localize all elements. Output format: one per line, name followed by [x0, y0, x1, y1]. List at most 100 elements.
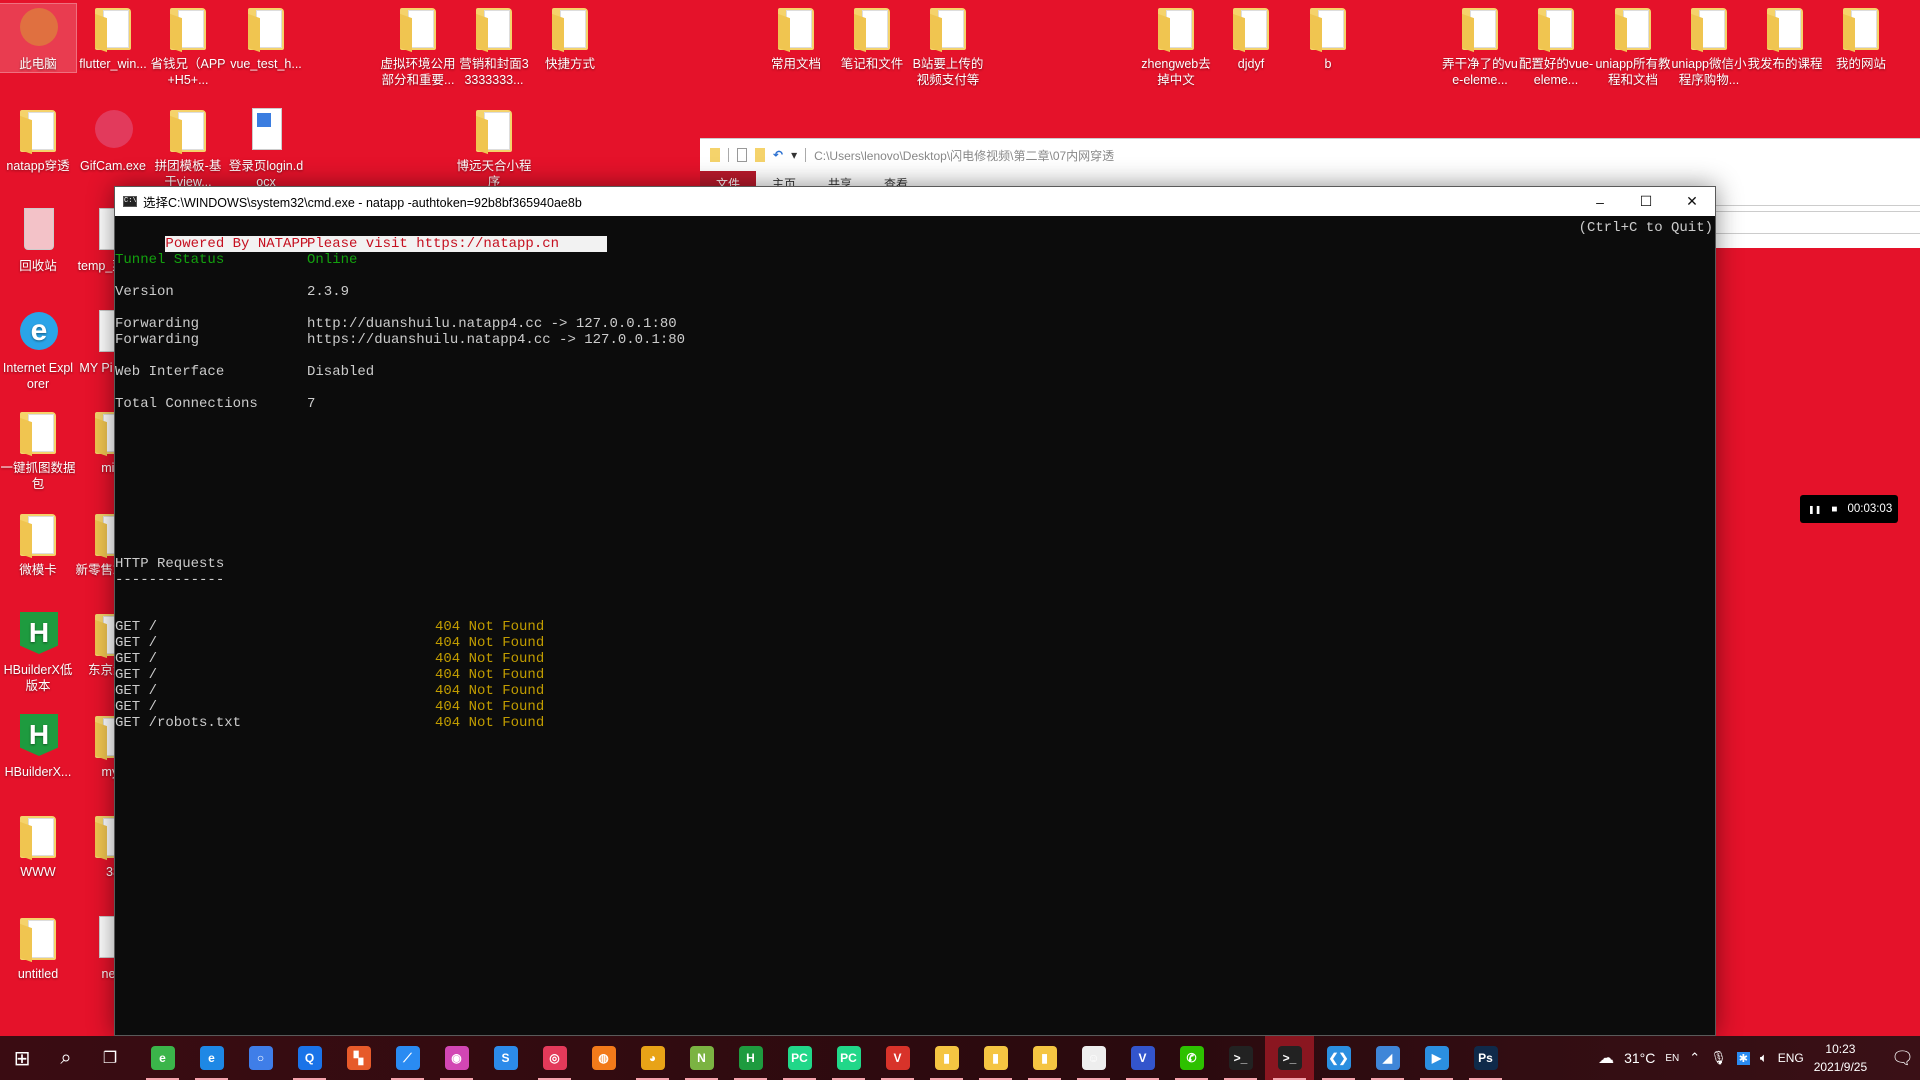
taskbar-app-browser-blue[interactable]: ○ [236, 1036, 285, 1080]
taskbar-app-cmd-1[interactable]: >_ [1216, 1036, 1265, 1080]
vscode-icon: ❮❯ [1326, 1046, 1351, 1070]
taskbar-app-vmware-word[interactable]: V [873, 1036, 922, 1080]
desktop-icon[interactable]: 一键抓图数据包 [0, 408, 76, 492]
notifications-icon[interactable]: 🗨︎ [1891, 1048, 1914, 1069]
desktop-icon[interactable]: flutter_win... [75, 4, 151, 72]
divider [1710, 205, 1920, 206]
banner-highlight: Powered By NATAPP Please visit https://na… [165, 236, 608, 252]
request-row: GET / 404 Not Found [115, 667, 544, 683]
taskbar-app-360-browser[interactable]: e [138, 1036, 187, 1080]
taskbar-app-app-colorful[interactable]: ▚ [334, 1036, 383, 1080]
task-view-button[interactable]: ❐ [88, 1036, 132, 1080]
taskbar-app-app-blue[interactable]: ◢ [1363, 1036, 1412, 1080]
start-button[interactable]: ⊞ [0, 1036, 44, 1080]
request-status: 404 Not Found [435, 651, 545, 667]
desktop-icon[interactable]: djdyf [1213, 4, 1289, 72]
taskbar-app-notepad-plus[interactable]: N [677, 1036, 726, 1080]
taskbar-app-qq-browser[interactable]: Q [285, 1036, 334, 1080]
maximize-button[interactable]: ☐ [1623, 187, 1669, 216]
status-value: Disabled [307, 364, 375, 380]
status-value: https://duanshuilu.natapp4.cc -> 127.0.0… [307, 332, 686, 348]
undo-icon[interactable]: ↶ [773, 148, 783, 162]
taskbar-app-hbuilderx[interactable]: H [726, 1036, 775, 1080]
properties-icon[interactable] [737, 148, 747, 162]
taskbar-app-firefox[interactable]: ◍ [579, 1036, 628, 1080]
bluetooth-icon[interactable]: ✱ [1736, 1051, 1750, 1065]
new-folder-icon[interactable] [755, 148, 765, 162]
desktop-icon[interactable]: uniapp微信小程序购物... [1671, 4, 1747, 88]
pycharm-folder-icon-shape [20, 918, 56, 960]
taskbar-app-pycharm-2[interactable]: PC [824, 1036, 873, 1080]
customize-dropdown-icon[interactable]: ▾ [791, 148, 797, 162]
desktop-icon[interactable]: 弄干净了的vue-eleme... [1442, 4, 1518, 88]
desktop-icon[interactable]: 营销和封面33333333... [456, 4, 532, 88]
taskbar-app-feishu[interactable]: ⟋ [383, 1036, 432, 1080]
minimize-button[interactable]: – [1577, 187, 1623, 216]
desktop-icon[interactable]: H HBuilderX低版本 [0, 610, 76, 694]
desktop-icon[interactable]: 登录页login.docx [228, 106, 304, 190]
taskbar-app-vscode[interactable]: ❮❯ [1314, 1036, 1363, 1080]
desktop-icon[interactable]: 拼团模板-基于view... [150, 106, 226, 190]
desktop-icon[interactable]: zhengweb去掉中文 [1138, 4, 1214, 88]
computer-icon-shape [20, 8, 58, 46]
desktop-icon[interactable]: uniapp所有教程和文档 [1595, 4, 1671, 88]
desktop-icon[interactable]: GifCam.exe [75, 106, 151, 174]
desktop-icon[interactable]: e Internet Explorer [0, 308, 76, 392]
desktop-icon[interactable]: 微模卡 [0, 510, 76, 578]
close-button[interactable]: ✕ [1669, 187, 1715, 216]
desktop-icon[interactable]: 此电脑 [0, 3, 77, 73]
taskbar-app-gifcam[interactable]: ◎ [530, 1036, 579, 1080]
desktop-icon[interactable]: H HBuilderX... [0, 712, 76, 780]
folder-icon[interactable] [710, 148, 720, 162]
terminal-output[interactable]: Powered By NATAPP Please visit https://na… [115, 216, 1715, 731]
desktop-icon[interactable]: WWW [0, 812, 76, 880]
taskbar-app-video-player[interactable]: ▶ [1412, 1036, 1461, 1080]
desktop-icon[interactable]: untitled [0, 914, 76, 982]
taskbar-app-photoshop[interactable]: Ps [1461, 1036, 1510, 1080]
taskbar-app-explorer-2[interactable]: ▮ [971, 1036, 1020, 1080]
desktop-icon[interactable]: 我发布的课程 [1747, 4, 1823, 72]
search-button[interactable]: ⌕ [44, 1036, 88, 1080]
ime-mode-indicator[interactable]: EN [1665, 1053, 1679, 1064]
taskbar-app-chrome[interactable]: ◕ [628, 1036, 677, 1080]
folder-icon-shape [1158, 8, 1194, 50]
taskbar-app-internet-explorer[interactable]: e [187, 1036, 236, 1080]
weather-icon[interactable]: ☁ [1598, 1048, 1614, 1068]
taskbar-app-explorer-3[interactable]: ▮ [1020, 1036, 1069, 1080]
desktop-icon[interactable]: 快捷方式 [532, 4, 608, 72]
clock[interactable]: 10:23 2021/9/25 [1814, 1040, 1867, 1076]
desktop-icon[interactable]: b [1290, 4, 1366, 72]
language-indicator[interactable]: ENG [1778, 1051, 1804, 1065]
taskbar-app-cmd-2[interactable]: >_ [1265, 1036, 1314, 1080]
desktop-icon-label: 营销和封面33333333... [459, 57, 529, 87]
show-hidden-icons-button[interactable]: ⌃ [1689, 1050, 1700, 1066]
stop-button[interactable]: ■ [1831, 504, 1837, 515]
taskbar-app-sogou[interactable]: S [481, 1036, 530, 1080]
desktop-icon[interactable]: 笔记和文件 [834, 4, 910, 72]
desktop-icon[interactable]: 省钱兄（APP+H5+... [150, 4, 226, 88]
taskbar-app-explorer-1[interactable]: ▮ [922, 1036, 971, 1080]
desktop-icon[interactable]: B站要上传的视频支付等 [910, 4, 986, 88]
desktop-icon[interactable]: 配置好的vue-eleme... [1518, 4, 1594, 88]
cmd-title-bar[interactable]: C:\ 选择C:\WINDOWS\system32\cmd.exe - nata… [115, 187, 1715, 216]
taskbar-app-vue-devtools[interactable]: V [1118, 1036, 1167, 1080]
desktop-icon[interactable]: 虚拟环境公用部分和重要... [380, 4, 456, 88]
desktop-icon[interactable]: 我的网站 [1823, 4, 1899, 72]
desktop-icon[interactable]: natapp穿透 [0, 106, 76, 174]
desktop-icon[interactable]: vue_test_h... [228, 4, 304, 72]
cmd-window[interactable]: C:\ 选择C:\WINDOWS\system32\cmd.exe - nata… [114, 186, 1716, 1036]
desktop-icon[interactable]: 回收站 [0, 206, 76, 274]
cmd-app-icon[interactable]: C:\ [123, 196, 137, 207]
taskbar-app-colorful-browser[interactable]: ◉ [432, 1036, 481, 1080]
volume-icon[interactable]: 🔈︎ [1760, 1050, 1768, 1066]
desktop-icon[interactable]: 常用文档 [758, 4, 834, 72]
desktop-icon-label: 此电脑 [19, 57, 57, 71]
taskbar-app-wechat-devtools[interactable]: ☺ [1069, 1036, 1118, 1080]
microphone-icon[interactable]: 🎙︎ [1710, 1050, 1727, 1066]
taskbar-app-pycharm[interactable]: PC [775, 1036, 824, 1080]
weather-temperature[interactable]: 31°C [1624, 1050, 1655, 1066]
explorer-path: C:\Users\lenovo\Desktop\闪电修视频\第二章\07内网穿透 [814, 148, 1115, 163]
desktop-icon[interactable]: 博远天合小程序 [456, 106, 532, 190]
pause-button[interactable]: ❚❚ [1808, 505, 1821, 514]
taskbar-app-wechat[interactable]: ✆ [1167, 1036, 1216, 1080]
